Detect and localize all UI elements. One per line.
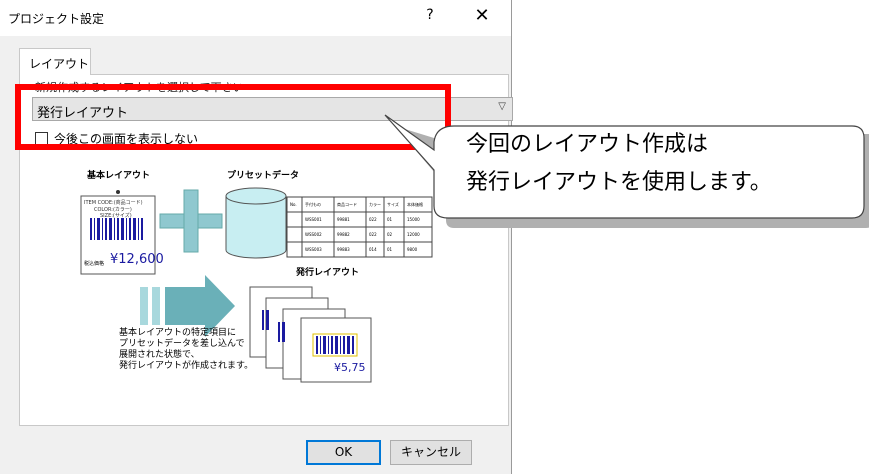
callout-text: 今回のレイアウト作成は 発行レイアウトを使用します。 [466, 126, 772, 202]
callout-line-2: 発行レイアウトを使用します。 [466, 170, 772, 195]
callout-bubble [384, 114, 869, 228]
callout-line-1: 今回のレイアウト作成は [466, 132, 709, 157]
